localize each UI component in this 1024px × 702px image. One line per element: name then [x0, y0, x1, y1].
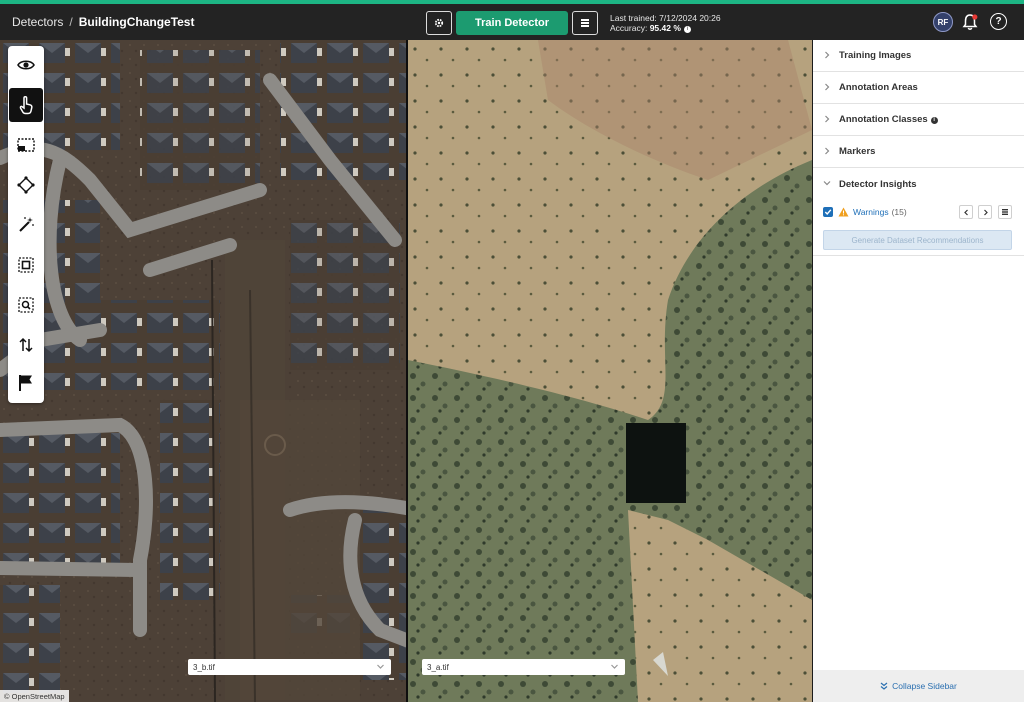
- gear-icon: [434, 18, 444, 28]
- aerial-image-after: [408, 40, 812, 702]
- warnings-link[interactable]: Warnings: [853, 207, 889, 217]
- eye-icon: [17, 60, 35, 70]
- collapse-sidebar-label: Collapse Sidebar: [892, 681, 957, 691]
- chevron-right-icon: [825, 83, 830, 91]
- warning-icon: [838, 207, 849, 217]
- section-divider: [813, 255, 1024, 256]
- map-attribution[interactable]: © OpenStreetMap: [0, 690, 69, 702]
- hand-pointer-icon: [19, 96, 33, 115]
- prev-warning-button[interactable]: [959, 205, 973, 219]
- section-training-images[interactable]: Training Images: [813, 40, 1024, 72]
- section-detector-insights[interactable]: Detector Insights: [813, 168, 1024, 200]
- area-select-icon: [18, 257, 34, 273]
- double-chevron-down-icon: [880, 682, 888, 690]
- zoom-area-icon: [18, 297, 34, 313]
- list-icon: [581, 19, 589, 27]
- next-warning-button[interactable]: [978, 205, 992, 219]
- train-detector-button[interactable]: Train Detector: [456, 11, 568, 35]
- right-sidebar: Training Images Annotation Areas Annotat…: [813, 40, 1024, 702]
- chevron-right-icon: [983, 209, 988, 215]
- user-avatar[interactable]: RF: [933, 12, 953, 32]
- last-trained-label: Last trained:: [610, 13, 657, 23]
- chevron-right-icon: [825, 115, 830, 123]
- section-label: Annotation Areas: [839, 82, 918, 93]
- breadcrumb: Detectors / BuildingChangeTest: [12, 15, 194, 29]
- info-icon[interactable]: i: [930, 117, 938, 124]
- right-image-filename: 3_a.tif: [427, 662, 449, 672]
- generate-recommendations-button[interactable]: Generate Dataset Recommendations: [823, 230, 1012, 250]
- breadcrumb-current: BuildingChangeTest: [78, 15, 195, 29]
- chevron-down-icon: [611, 664, 618, 669]
- section-label: Detector Insights: [839, 178, 917, 190]
- tool-area-button[interactable]: [9, 248, 43, 282]
- map-before[interactable]: [0, 40, 406, 702]
- queue-button[interactable]: [572, 11, 598, 35]
- map-after[interactable]: [408, 40, 812, 702]
- section-annotation-classes[interactable]: Annotation Classes i: [813, 104, 1024, 136]
- collapse-sidebar-button[interactable]: Collapse Sidebar: [813, 670, 1024, 702]
- breadcrumb-separator: /: [69, 15, 73, 29]
- left-image-filename: 3_b.tif: [193, 662, 215, 672]
- right-image-select[interactable]: 3_a.tif: [422, 659, 625, 675]
- chevron-right-icon: [825, 147, 830, 155]
- chevron-down-icon: [823, 181, 831, 186]
- swap-vertical-icon: [19, 337, 33, 353]
- flag-icon: [19, 375, 32, 391]
- polygon-icon: [17, 176, 35, 194]
- warnings-list-button[interactable]: [998, 205, 1012, 219]
- accuracy-value: 95.42 %: [649, 23, 681, 33]
- accuracy-label: Accuracy:: [610, 23, 648, 33]
- annotation-toolbar: [8, 46, 44, 403]
- section-label: Training Images: [839, 50, 912, 61]
- section-markers[interactable]: Markers: [813, 136, 1024, 168]
- left-image-select[interactable]: 3_b.tif: [188, 659, 391, 675]
- tool-swap-button[interactable]: [9, 328, 43, 362]
- chevron-down-icon: [377, 664, 384, 669]
- top-bar: Detectors / BuildingChangeTest Train Det…: [0, 4, 1024, 40]
- magic-wand-icon: [19, 217, 34, 232]
- warnings-count: (15): [891, 207, 907, 217]
- warnings-checkbox[interactable]: [823, 207, 833, 217]
- tool-polygon-button[interactable]: [9, 168, 43, 202]
- list-icon: [1002, 209, 1008, 215]
- training-status: Last trained: 7/12/2024 20:26 Accuracy: …: [610, 13, 721, 33]
- help-button[interactable]: ?: [990, 13, 1007, 30]
- warnings-row: Warnings (15): [823, 205, 1014, 219]
- aerial-image-before: [0, 40, 406, 702]
- section-label: Markers: [839, 146, 876, 157]
- tool-select-button[interactable]: [9, 88, 43, 122]
- tool-rectangle-button[interactable]: [9, 128, 43, 162]
- accuracy-info-icon[interactable]: i: [683, 26, 691, 33]
- chevron-right-icon: [825, 51, 830, 59]
- rectangle-select-icon: [17, 138, 35, 152]
- tool-zoom-area-button[interactable]: [9, 288, 43, 322]
- tool-view-button[interactable]: [9, 48, 43, 82]
- chevron-left-icon: [963, 209, 968, 215]
- notifications-button[interactable]: [960, 12, 980, 32]
- breadcrumb-detectors-link[interactable]: Detectors: [12, 15, 63, 29]
- check-icon: [824, 209, 832, 216]
- section-annotation-areas[interactable]: Annotation Areas: [813, 72, 1024, 104]
- last-trained-value: 7/12/2024 20:26: [659, 13, 721, 23]
- bell-icon: [962, 14, 978, 30]
- settings-button[interactable]: [426, 11, 452, 35]
- section-label: Annotation Classes i: [839, 114, 938, 125]
- tool-magic-wand-button[interactable]: [9, 208, 43, 242]
- tool-marker-button[interactable]: [9, 366, 43, 400]
